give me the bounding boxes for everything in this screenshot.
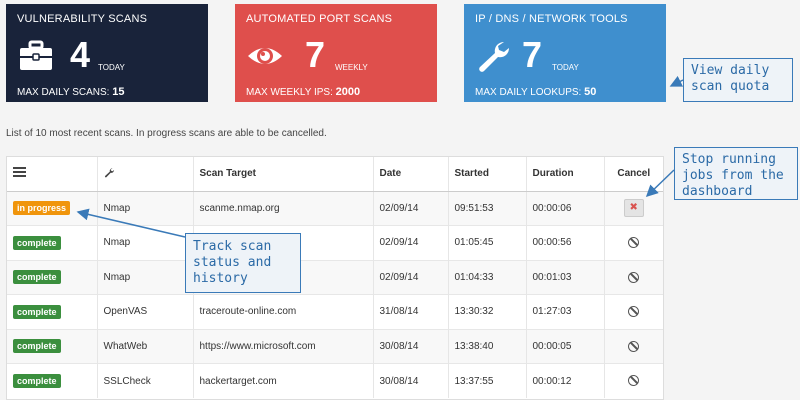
started-column-header: Started xyxy=(448,157,527,192)
target-column-header: Scan Target xyxy=(193,157,374,192)
status-badge: complete xyxy=(13,270,61,285)
ban-icon xyxy=(628,375,640,387)
callout-stop-jobs: Stop running jobs from the dashboard xyxy=(674,147,798,200)
duration-cell: 00:01:03 xyxy=(526,259,605,295)
arrow-to-quota xyxy=(669,75,684,87)
callout-track-status: Track scan status and history xyxy=(185,233,301,293)
cancel-cell: ✖ xyxy=(604,190,663,226)
card-footer: MAX DAILY LOOKUPS: 50 xyxy=(475,86,596,98)
eye-icon xyxy=(248,48,282,64)
date-cell: 31/08/14 xyxy=(373,294,449,329)
tool-cell: SSLCheck xyxy=(97,363,194,398)
duration-cell: 00:00:56 xyxy=(526,225,605,260)
status-cell: complete xyxy=(7,259,98,295)
ban-icon xyxy=(628,340,640,352)
card-title: AUTOMATED PORT SCANS xyxy=(246,13,393,25)
date-cell: 02/09/14 xyxy=(373,225,449,260)
card-footer-value: 2000 xyxy=(335,86,361,98)
status-cell: complete xyxy=(7,294,98,329)
tool-cell: Nmap xyxy=(97,225,194,260)
table-row: complete Nmap 02/09/14 01:04:33 00:01:03 xyxy=(7,259,663,295)
duration-cell: 00:00:06 xyxy=(526,190,605,226)
card-count: 7 xyxy=(522,34,543,75)
port-scans-card: AUTOMATED PORT SCANS 7 WEEKLY MAX WEEKLY… xyxy=(235,4,437,102)
status-badge: complete xyxy=(13,374,61,388)
table-header-row: Scan Target Date Started Duration Cancel xyxy=(7,157,663,192)
tool-cell: OpenVAS xyxy=(97,294,194,329)
callout-scan-quota: View daily scan quota xyxy=(683,58,793,102)
table-row: completeNmap.com02/09/1401:05:4500:00:56 xyxy=(7,225,663,260)
cancel-scan-button[interactable]: ✖ xyxy=(623,199,644,218)
wrench-icon xyxy=(104,167,114,178)
target-cell: traceroute-online.com xyxy=(193,294,374,329)
table-row: complete OpenVAS traceroute-online.com 31/0… xyxy=(7,294,663,329)
status-badge: complete xyxy=(13,304,61,319)
cancel-cell xyxy=(604,294,663,329)
target-cell: hackertarget.com xyxy=(193,363,374,398)
card-footer: MAX WEEKLY IPs: 2000 xyxy=(246,86,360,98)
ban-icon xyxy=(628,306,640,318)
status-badge: in progress xyxy=(13,201,71,216)
card-footer-label: MAX DAILY SCANS: xyxy=(17,87,110,98)
card-footer-label: MAX WEEKLY IPs: xyxy=(246,87,333,98)
card-unit: TODAY xyxy=(552,63,579,72)
duration-column-header: Duration xyxy=(526,157,605,192)
started-cell: 01:05:45 xyxy=(448,225,527,260)
status-column-header xyxy=(7,157,98,192)
network-tools-card: IP / DNS / NETWORK TOOLS 7 TODAY MAX DAI… xyxy=(464,4,666,102)
cancel-cell xyxy=(604,259,663,295)
tool-cell: WhatWeb xyxy=(97,328,194,364)
ban-icon xyxy=(628,271,640,283)
table-row: complete WhatWeb https://www.microsoft.com… xyxy=(7,328,663,364)
card-title: IP / DNS / NETWORK TOOLS xyxy=(475,13,628,25)
date-cell: 30/08/14 xyxy=(373,363,449,398)
card-unit: TODAY xyxy=(98,63,125,72)
status-cell: complete xyxy=(7,328,98,364)
table-row: complete SSLCheck hackertarget.com 30/08/14… xyxy=(7,363,663,398)
status-cell: complete xyxy=(7,225,98,260)
date-cell: 02/09/14 xyxy=(373,190,449,226)
date-cell: 30/08/14 xyxy=(373,328,449,364)
target-cell: scanme.nmap.org xyxy=(193,190,374,226)
ban-icon xyxy=(628,237,640,249)
card-footer-value: 15 xyxy=(112,86,125,98)
status-cell: in progress xyxy=(7,190,98,226)
date-cell: 02/09/14 xyxy=(373,259,449,295)
cancel-column-header: Cancel xyxy=(604,157,663,192)
recent-scans-table: Scan Target Date Started Duration Cancel… xyxy=(6,156,664,400)
briefcase-icon xyxy=(20,40,52,70)
vulnerability-scans-card: VULNERABILITY SCANS 4 TODAY MAX DAILY SC… xyxy=(6,4,208,102)
card-count: 4 xyxy=(70,34,91,75)
status-badge: complete xyxy=(13,339,61,354)
cancel-cell xyxy=(604,363,663,398)
started-cell: 13:30:32 xyxy=(448,294,527,329)
duration-cell: 00:00:05 xyxy=(526,328,605,364)
card-unit: WEEKLY xyxy=(335,63,368,72)
started-cell: 13:37:55 xyxy=(448,363,527,398)
duration-cell: 01:27:03 xyxy=(526,294,605,329)
table-row: in progress Nmap scanme.nmap.org 02/09/14 09… xyxy=(7,190,663,226)
tool-column-header xyxy=(97,157,194,192)
card-footer-label: MAX DAILY LOOKUPS: xyxy=(475,87,582,98)
tool-cell: Nmap xyxy=(97,190,194,226)
card-title: VULNERABILITY SCANS xyxy=(17,13,148,25)
list-icon xyxy=(13,167,26,178)
date-column-header: Date xyxy=(373,157,449,192)
started-cell: 09:51:53 xyxy=(448,190,527,226)
card-footer: MAX DAILY SCANS: 15 xyxy=(17,86,124,98)
cancel-cell xyxy=(604,225,663,260)
status-cell: complete xyxy=(7,363,98,398)
card-footer-value: 50 xyxy=(584,86,597,98)
tool-cell: Nmap xyxy=(97,259,194,295)
cancel-cell xyxy=(604,328,663,364)
card-count: 7 xyxy=(305,34,326,75)
target-cell: https://www.microsoft.com xyxy=(193,328,374,364)
started-cell: 01:04:33 xyxy=(448,259,527,295)
started-cell: 13:38:40 xyxy=(448,328,527,364)
wrench-icon xyxy=(479,41,510,72)
duration-cell: 00:00:12 xyxy=(526,363,605,398)
intro-text: List of 10 most recent scans. In progres… xyxy=(6,128,327,139)
status-badge: complete xyxy=(13,235,61,250)
